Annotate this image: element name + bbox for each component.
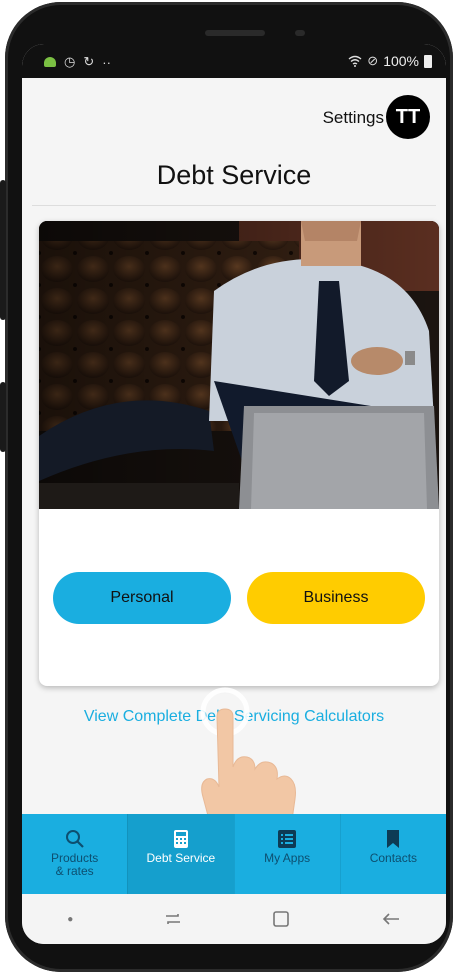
bookmark-icon [386, 826, 400, 852]
nav-label: My Apps [264, 851, 311, 865]
nav-label: Products & rates [50, 851, 99, 878]
title-divider [32, 205, 436, 206]
battery-icon [424, 54, 432, 68]
personal-button[interactable]: Personal [53, 572, 231, 624]
front-camera [205, 30, 265, 36]
no-sim-icon: ⊘ [367, 53, 379, 68]
status-bar: ◷ ↻ ·· ⊘ 100% [22, 44, 446, 78]
debt-service-card: Personal Business [39, 221, 439, 686]
battery-percent: 100% [383, 53, 419, 69]
list-icon [277, 826, 297, 852]
businessman-laptop-photo [39, 221, 439, 509]
business-button[interactable]: Business [247, 572, 425, 624]
screen: ◷ ↻ ·· ⊘ 100% Settings TT Debt Service P… [22, 44, 446, 944]
system-nav-bar: ● [22, 894, 446, 944]
settings-link[interactable]: Settings [323, 108, 384, 128]
bixby-button [0, 382, 6, 452]
nav-my-apps[interactable]: My Apps [233, 814, 340, 894]
search-icon [65, 826, 85, 852]
timer-icon: ◷ [64, 54, 76, 69]
status-left: ◷ ↻ ·· [44, 54, 111, 70]
back-icon[interactable] [381, 912, 401, 926]
nav-label: Contacts [369, 851, 418, 865]
nav-products-rates[interactable]: Products & rates [22, 814, 127, 894]
dot-icon[interactable]: ● [67, 914, 73, 925]
phone-frame: ◷ ↻ ·· ⊘ 100% Settings TT Debt Service P… [0, 2, 453, 972]
recent-apps-icon[interactable] [164, 912, 182, 926]
home-icon[interactable] [272, 910, 290, 928]
page-title: Debt Service [156, 160, 312, 190]
sensor-dot [295, 30, 305, 36]
wifi-icon [348, 55, 362, 67]
more-icon: ·· [102, 54, 111, 70]
nav-contacts[interactable]: Contacts [339, 814, 446, 894]
status-right: ⊘ 100% [348, 53, 432, 69]
nav-debt-service[interactable]: Debt Service [127, 814, 234, 894]
bottom-nav: Products & rates Debt Service My Apps Co… [22, 814, 446, 894]
refresh-icon: ↻ [83, 54, 95, 69]
nav-label: Debt Service [146, 851, 216, 865]
avatar[interactable]: TT [386, 95, 430, 139]
volume-button [0, 180, 6, 320]
calculator-icon [173, 826, 189, 852]
android-icon [44, 57, 56, 67]
